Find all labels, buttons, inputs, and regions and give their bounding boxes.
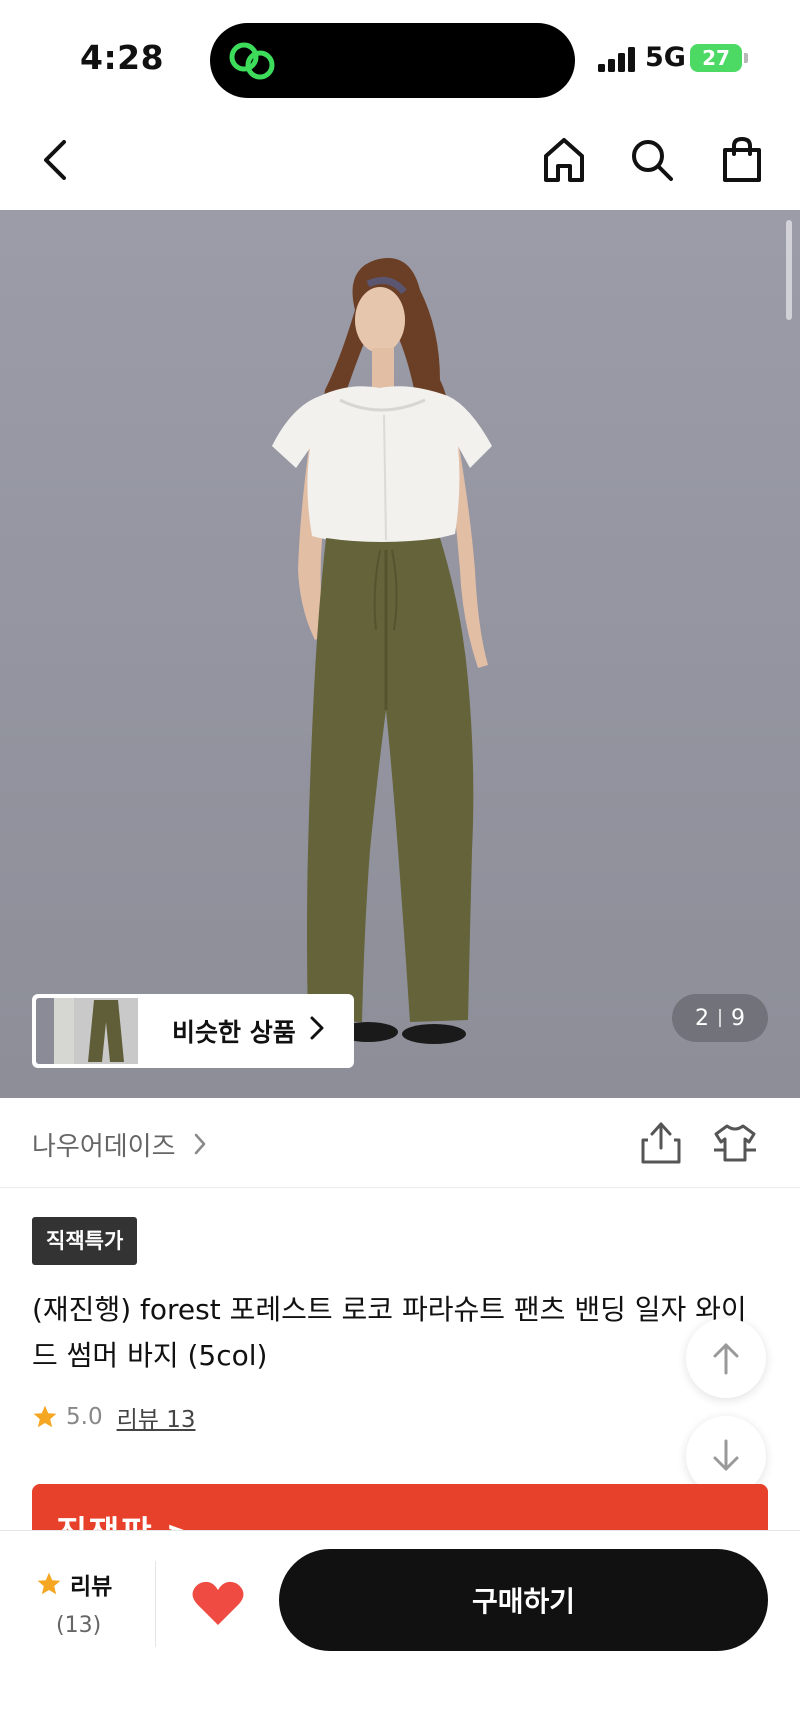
shopping-bag-icon <box>723 136 761 182</box>
share-icon <box>641 1122 681 1164</box>
dynamic-island <box>210 23 575 98</box>
chevron-left-icon <box>44 140 66 180</box>
home-icon <box>544 138 584 182</box>
status-time: 4:28 <box>80 38 165 77</box>
scroll-to-top-button[interactable] <box>686 1318 766 1398</box>
thumbnail-pants-image <box>88 1000 124 1062</box>
chevron-right-icon <box>194 1132 206 1162</box>
similar-products-label: 비슷한 상품 <box>172 1018 296 1047</box>
brand-row: 나우어데이즈 <box>0 1098 800 1188</box>
battery-icon: 27 <box>690 44 742 72</box>
thumbnail <box>36 998 56 1064</box>
brand-name: 나우어데이즈 <box>32 1132 176 1162</box>
star-icon <box>37 1572 61 1595</box>
review-count: (13) <box>56 1613 102 1638</box>
review-count-link[interactable]: 리뷰 13 <box>117 1400 196 1434</box>
product-image-gallery[interactable]: 비슷한 상품 2 9 <box>0 210 800 1098</box>
star-icon <box>33 1405 57 1428</box>
share-button[interactable] <box>638 1120 684 1166</box>
like-button[interactable] <box>190 1579 246 1629</box>
signal-icon <box>598 46 638 72</box>
fitting-button[interactable] <box>712 1120 758 1166</box>
app-link-icon <box>229 42 275 80</box>
network-type: 5G <box>645 42 686 73</box>
thumbnail <box>74 998 138 1064</box>
buy-button[interactable]: 구매하기 <box>279 1549 768 1651</box>
promo-banner[interactable]: 직잭팍 > <box>32 1484 768 1530</box>
arrow-down-icon <box>713 1439 739 1471</box>
brand-link[interactable]: 나우어데이즈 <box>32 1126 206 1163</box>
top-nav-bar <box>0 110 800 210</box>
page-scroll-indicator <box>786 220 792 320</box>
image-page-counter: 2 9 <box>672 994 768 1042</box>
review-summary-button[interactable]: 리뷰 (13) <box>36 1567 146 1638</box>
review-label: 리뷰 <box>70 1574 113 1600</box>
total-pages: 9 <box>731 1005 745 1031</box>
special-deal-badge: 직잭특가 <box>32 1217 138 1265</box>
battery-cap <box>744 53 748 63</box>
heart-icon <box>192 1581 244 1625</box>
product-title: (재진행) forest 포레스트 로코 파라슈트 팬츠 밴딩 일자 와이드 썸… <box>32 1293 747 1372</box>
rating-row: 5.0 리뷰 13 <box>32 1397 195 1437</box>
similar-products-button[interactable]: 비슷한 상품 <box>32 994 354 1068</box>
divider <box>719 1009 721 1027</box>
back-button[interactable] <box>28 132 84 188</box>
cart-button[interactable] <box>714 132 770 188</box>
status-bar: 4:28 5G 27 <box>0 0 800 110</box>
promo-text: 직잭팍 > <box>56 1506 195 1530</box>
tshirt-icon <box>714 1124 756 1162</box>
bottom-action-bar: 리뷰 (13) 구매하기 <box>0 1530 800 1735</box>
arrow-up-icon <box>713 1343 739 1375</box>
similar-products-thumbnails <box>36 998 146 1064</box>
home-button[interactable] <box>536 132 592 188</box>
search-button[interactable] <box>624 132 680 188</box>
rating-value: 5.0 <box>66 1404 103 1430</box>
product-photo <box>272 258 492 1044</box>
chevron-right-icon <box>310 1016 324 1047</box>
divider <box>155 1561 156 1647</box>
search-icon <box>632 140 673 181</box>
current-page: 2 <box>695 1005 709 1031</box>
